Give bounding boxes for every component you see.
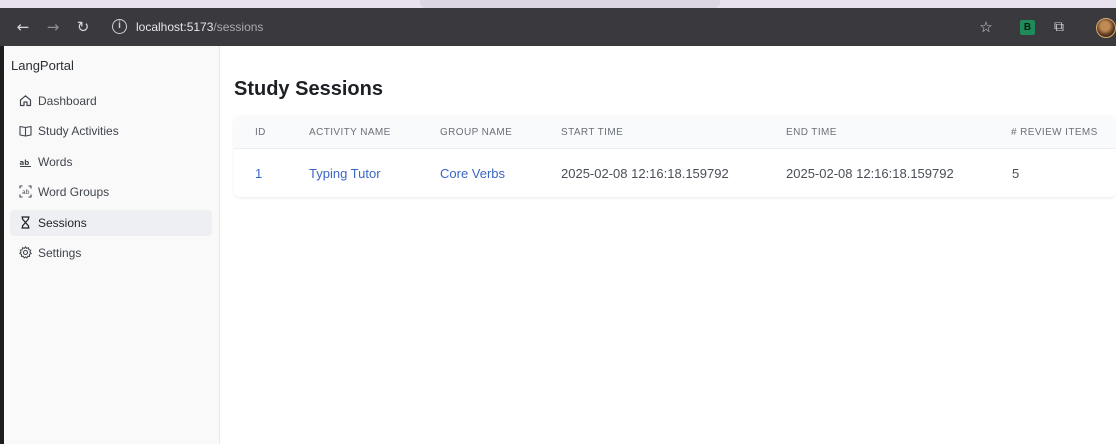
cell-activity-name-link[interactable]: Typing Tutor: [309, 166, 381, 181]
column-header-activity-name: ACTIVITY NAME: [309, 127, 391, 138]
browser-tab[interactable]: [420, 0, 720, 8]
brand-logo-text[interactable]: LangPortal: [11, 58, 74, 73]
cell-id-link[interactable]: 1: [255, 166, 262, 181]
sidebar-item-label: Sessions: [38, 216, 87, 230]
address-bar[interactable]: i localhost:5173/sessions: [104, 14, 974, 40]
sidebar-item-sessions[interactable]: Sessions: [10, 210, 212, 236]
column-header-id: ID: [255, 127, 266, 138]
browser-tab-strip: [0, 0, 1116, 8]
sessions-table: ID ACTIVITY NAME GROUP NAME START TIME E…: [234, 116, 1116, 197]
cell-review-items: 5: [1012, 166, 1020, 181]
url-text[interactable]: localhost:5173/sessions: [136, 20, 263, 34]
profile-avatar[interactable]: [1096, 18, 1116, 38]
column-header-start-time: START TIME: [561, 127, 624, 138]
sidebar-item-word-groups[interactable]: ab Word Groups: [10, 179, 212, 205]
site-info-icon[interactable]: i: [112, 19, 127, 34]
sidebar-item-label: Dashboard: [38, 94, 97, 108]
table-header: ID ACTIVITY NAME GROUP NAME START TIME E…: [234, 116, 1116, 149]
sidebar-item-settings[interactable]: Settings: [10, 240, 212, 266]
sidebar-item-label: Study Activities: [38, 124, 119, 138]
svg-text:ab: ab: [19, 159, 29, 167]
back-arrow-icon[interactable]: ←: [12, 16, 34, 38]
cell-start-time: 2025-02-08 12:16:18.159792: [561, 166, 729, 181]
column-header-group-name: GROUP NAME: [440, 127, 513, 138]
words-icon: ab: [18, 155, 32, 169]
sidebar-item-label: Word Groups: [38, 185, 110, 199]
browser-toolbar: ← → ↻ i localhost:5173/sessions ☆ B ⧉: [0, 8, 1116, 46]
column-header-review-items: # REVIEW ITEMS: [1011, 127, 1098, 138]
sidebar-item-words[interactable]: ab Words: [10, 149, 212, 175]
page-title: Study Sessions: [234, 78, 383, 100]
extensions-puzzle-icon[interactable]: ⧉: [1048, 16, 1070, 38]
book-icon: [18, 124, 32, 138]
reload-icon[interactable]: ↻: [72, 16, 94, 38]
cell-end-time: 2025-02-08 12:16:18.159792: [786, 166, 954, 181]
sidebar-item-label: Words: [38, 155, 73, 169]
main-content: Study Sessions ID ACTIVITY NAME GROUP NA…: [220, 46, 1116, 444]
gear-icon: [18, 245, 32, 260]
url-path: /sessions: [213, 20, 264, 34]
sidebar-item-label: Settings: [38, 246, 82, 260]
svg-text:ab: ab: [22, 189, 30, 196]
home-icon: [18, 94, 32, 108]
bookmark-star-icon[interactable]: ☆: [975, 16, 997, 38]
url-host: localhost:5173: [136, 20, 214, 34]
hourglass-icon: [18, 216, 32, 230]
sidebar: LangPortal Dashboard Study Activities ab…: [4, 46, 220, 444]
extension-b-icon[interactable]: B: [1020, 20, 1035, 35]
word-groups-icon: ab: [18, 185, 32, 199]
sidebar-item-study-activities[interactable]: Study Activities: [10, 118, 212, 144]
cell-group-name-link[interactable]: Core Verbs: [440, 166, 505, 181]
sidebar-item-dashboard[interactable]: Dashboard: [10, 88, 212, 114]
forward-arrow-icon[interactable]: →: [42, 16, 64, 38]
column-header-end-time: END TIME: [786, 127, 837, 138]
